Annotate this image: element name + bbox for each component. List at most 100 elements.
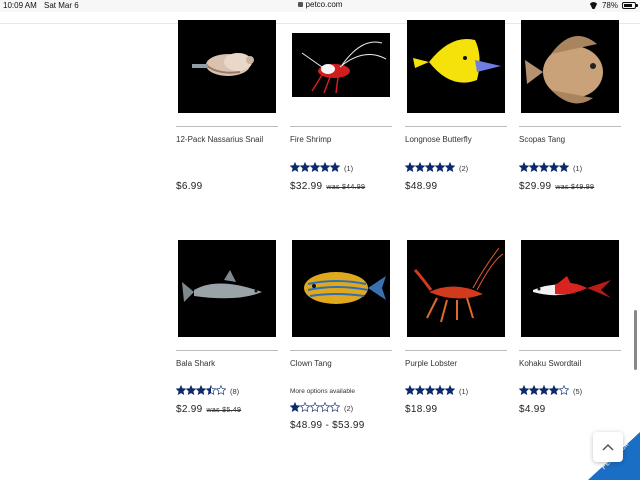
product-name[interactable]: Clown Tang — [290, 359, 332, 368]
star-icon — [445, 385, 455, 395]
star-icon — [405, 162, 415, 172]
star-icon — [216, 385, 226, 395]
product-rating[interactable]: (2) — [290, 402, 354, 413]
product-image[interactable] — [521, 240, 619, 337]
wifi-icon — [589, 2, 598, 9]
status-indicators: 78% — [589, 1, 638, 10]
product-image[interactable] — [407, 240, 505, 337]
product-name[interactable]: Bala Shark — [176, 359, 215, 368]
review-count: (5) — [573, 386, 583, 396]
star-icon — [519, 385, 529, 395]
price-value: $6.99 — [176, 181, 203, 192]
product-rating[interactable]: (8) — [176, 385, 239, 396]
product-rating[interactable]: (2) — [405, 162, 469, 173]
star-icon — [310, 162, 320, 172]
product-name[interactable]: Scopas Tang — [519, 135, 565, 144]
card-divider — [519, 126, 621, 127]
price-value: $29.99 — [519, 181, 552, 192]
star-icon — [300, 162, 310, 172]
star-rating — [405, 159, 455, 177]
product-image[interactable] — [521, 20, 619, 113]
price-value: $18.99 — [405, 404, 438, 415]
product-price: $18.99 — [405, 404, 437, 415]
star-icon — [310, 402, 320, 412]
product-price: $48.99 — [405, 181, 437, 192]
clown-tang-image — [304, 272, 386, 304]
product-name[interactable]: Kohaku Swordtail — [519, 359, 581, 368]
product-rating[interactable]: (1) — [290, 162, 354, 173]
star-icon — [539, 162, 549, 172]
was-price: was $5.49 — [206, 407, 242, 414]
star-icon — [549, 385, 559, 395]
product-image[interactable] — [292, 240, 390, 337]
more-options-link[interactable]: More options available — [290, 388, 355, 395]
page-scrollbar[interactable] — [634, 310, 637, 370]
product-rating[interactable]: (5) — [519, 385, 583, 396]
was-price: was $49.99 — [555, 184, 595, 191]
shrimp-image — [301, 41, 387, 94]
battery-percent: 78% — [601, 1, 618, 10]
product-price: $32.99 was $44.99 — [290, 181, 365, 192]
was-price: was $44.99 — [326, 184, 366, 191]
star-icon — [559, 162, 569, 172]
product-price: $6.99 — [176, 181, 203, 192]
product-price: $29.99 was $49.99 — [519, 181, 594, 192]
star-icon — [290, 162, 300, 172]
star-icon — [549, 162, 559, 172]
product-rating[interactable]: (1) — [519, 162, 583, 173]
star-rating — [405, 382, 455, 400]
price-value: $2.99 — [176, 404, 203, 415]
star-icon — [539, 385, 549, 395]
product-name[interactable]: Longnose Butterfly — [405, 135, 472, 144]
lock-icon — [297, 2, 303, 7]
star-rating — [519, 159, 569, 177]
card-divider — [519, 350, 621, 351]
star-icon — [186, 385, 196, 395]
product-image[interactable] — [292, 33, 390, 97]
star-icon — [425, 162, 435, 172]
price-value: $32.99 — [290, 181, 323, 192]
product-name[interactable]: Fire Shrimp — [290, 135, 331, 144]
star-rating — [519, 382, 569, 400]
star-icon — [176, 385, 186, 395]
url-text: petco.com — [305, 0, 343, 9]
star-icon — [425, 385, 435, 395]
star-icon — [435, 385, 445, 395]
star-icon — [330, 402, 340, 412]
tang-image — [525, 36, 603, 104]
product-image[interactable] — [178, 240, 276, 337]
product-image[interactable] — [178, 20, 276, 113]
review-count: (2) — [459, 163, 469, 173]
lobster-image — [413, 247, 504, 323]
back-to-top-button[interactable] — [593, 432, 623, 462]
chevron-up-icon — [602, 443, 614, 451]
product-price: $48.99 - $53.99 — [290, 420, 365, 431]
star-icon — [300, 402, 310, 412]
star-icon — [320, 162, 330, 172]
snail-image — [192, 53, 254, 76]
star-icon — [435, 162, 445, 172]
star-icon — [290, 402, 300, 412]
swordtail-image — [533, 276, 611, 298]
star-icon — [559, 385, 569, 395]
review-count: (1) — [459, 386, 469, 396]
star-icon — [206, 385, 216, 395]
star-icon — [320, 402, 330, 412]
butterflyfish-image — [413, 38, 501, 83]
product-name[interactable]: 12-Pack Nassarius Snail — [176, 135, 263, 144]
star-icon — [529, 162, 539, 172]
product-name[interactable]: Purple Lobster — [405, 359, 457, 368]
price-value: $48.99 — [405, 181, 438, 192]
review-count: (2) — [344, 403, 354, 413]
review-count: (1) — [344, 163, 354, 173]
battery-fill — [624, 4, 632, 7]
product-rating[interactable]: (1) — [405, 385, 469, 396]
price-value: $48.99 - $53.99 — [290, 420, 365, 431]
card-divider — [290, 126, 392, 127]
star-icon — [529, 385, 539, 395]
product-image[interactable] — [407, 20, 505, 113]
star-rating — [290, 399, 340, 417]
address-bar[interactable]: petco.com — [0, 0, 640, 9]
status-bar: 10:09 AM Sat Mar 6 petco.com 78% — [0, 0, 640, 12]
review-count: (1) — [573, 163, 583, 173]
